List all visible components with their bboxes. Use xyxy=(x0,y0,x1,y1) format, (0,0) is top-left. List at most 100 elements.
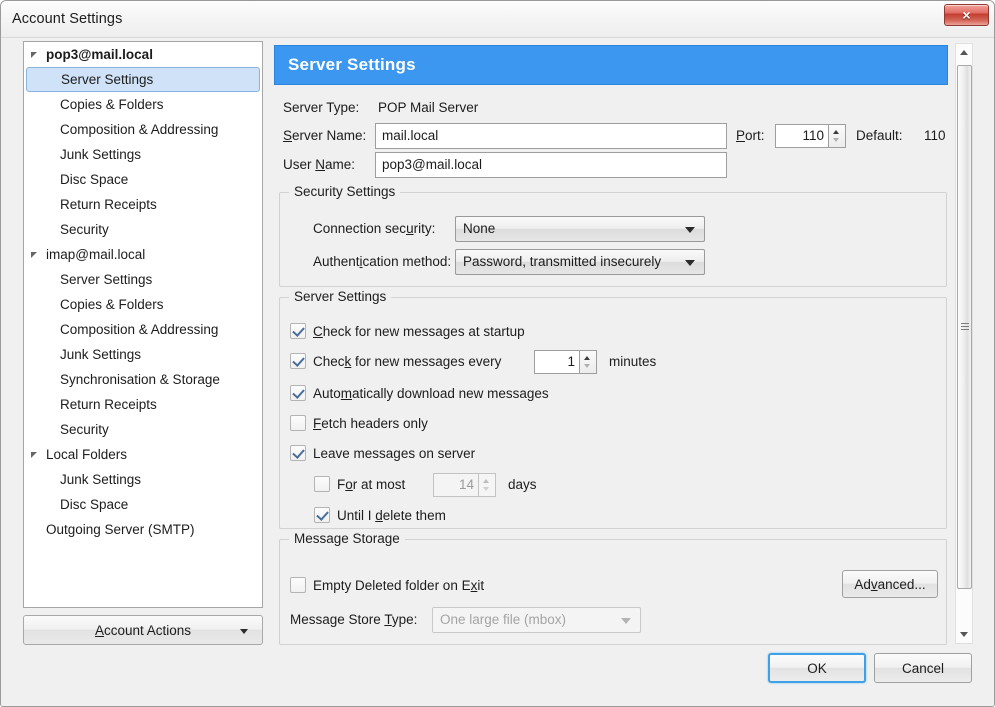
advanced-button-accel: v xyxy=(870,576,878,592)
stepper-up-icon[interactable] xyxy=(584,356,590,360)
server-settings-panel: Server Settings Server Type: POP Mail Se… xyxy=(274,41,949,645)
message-storage-group: Message Storage Empty Deleted folder on … xyxy=(279,531,947,645)
check-every-unit: minutes xyxy=(609,354,657,369)
sidebar-item-local-folders[interactable]: Local Folders xyxy=(24,442,262,467)
sidebar-item-label: Synchronisation & Storage xyxy=(60,372,220,387)
sidebar-item-label: Server Settings xyxy=(61,72,154,87)
store-type-accel: T xyxy=(384,612,392,627)
sidebar-item-server-settings[interactable]: Server Settings xyxy=(26,67,260,92)
sidebar-item-copies-folders[interactable]: Copies & Folders xyxy=(24,292,262,317)
check-every-stepper[interactable] xyxy=(580,350,597,374)
sidebar-item-return-receipts[interactable]: Return Receipts xyxy=(24,392,262,417)
check-every-input[interactable]: 1 xyxy=(534,350,580,374)
sidebar-item-label: Copies & Folders xyxy=(60,297,164,312)
user-name-accel: N xyxy=(315,157,326,172)
stepper-up-icon xyxy=(483,479,489,483)
check-every-label: Check for new messages every xyxy=(313,352,501,371)
sidebar-item-composition-addressing[interactable]: Composition & Addressing xyxy=(24,317,262,342)
store-type-label: Message Store Type: xyxy=(290,612,417,627)
stepper-down-icon[interactable] xyxy=(584,364,590,368)
sidebar-item-junk-settings[interactable]: Junk Settings xyxy=(24,342,262,367)
security-settings-title: Security Settings xyxy=(289,184,401,199)
expander-triangle-icon[interactable] xyxy=(31,52,37,58)
close-button[interactable]: × xyxy=(944,4,989,26)
authentication-method-label-pre: Authent xyxy=(313,254,360,269)
sidebar-item-junk-settings[interactable]: Junk Settings xyxy=(24,467,262,492)
auto-download-accel: m xyxy=(340,386,353,401)
stepper-up-icon[interactable] xyxy=(833,130,839,134)
window-title: Account Settings xyxy=(12,11,123,27)
auto-download-post: atically download new messages xyxy=(352,386,549,401)
account-actions-label: Account Actions xyxy=(24,616,262,644)
leave-on-server-checkbox[interactable] xyxy=(290,445,306,461)
port-label: Port: xyxy=(736,128,765,143)
sidebar-item-copies-folders[interactable]: Copies & Folders xyxy=(24,92,262,117)
sidebar-item-label: Junk Settings xyxy=(60,472,142,487)
stepper-down-icon[interactable] xyxy=(833,138,839,142)
expander-triangle-icon[interactable] xyxy=(31,252,37,258)
stepper-down-icon xyxy=(483,487,489,491)
fetch-headers-accel: F xyxy=(313,416,322,431)
auto-download-checkbox[interactable] xyxy=(290,385,306,401)
sidebar-item-synchronisation-storage[interactable]: Synchronisation & Storage xyxy=(24,367,262,392)
store-type-label-pre: Message Store xyxy=(290,612,385,627)
port-stepper[interactable] xyxy=(829,124,846,148)
empty-deleted-checkbox[interactable] xyxy=(290,577,306,593)
sidebar-item-junk-settings[interactable]: Junk Settings xyxy=(24,142,262,167)
leave-on-server-accel: g xyxy=(393,446,401,461)
account-settings-window: Account Settings × pop3@mail.local Server… xyxy=(0,0,995,707)
account-tree[interactable]: pop3@mail.local Server Settings Copies & F… xyxy=(23,41,263,608)
scroll-up-button[interactable] xyxy=(956,44,972,61)
sidebar-item-disc-space[interactable]: Disc Space xyxy=(24,492,262,517)
check-startup-checkbox[interactable] xyxy=(290,323,306,339)
user-name-label: User Name: xyxy=(283,157,355,172)
store-type-select: One large file (mbox) xyxy=(432,607,641,633)
server-name-input[interactable]: mail.local xyxy=(375,123,727,149)
scrollbar-thumb[interactable] xyxy=(957,65,972,589)
sidebar-item-server-settings[interactable]: Server Settings xyxy=(24,267,262,292)
sidebar-item-security[interactable]: Security xyxy=(24,217,262,242)
advanced-button[interactable]: Ad v anced... xyxy=(842,570,938,598)
page-title: Server Settings xyxy=(288,55,416,74)
connection-security-select[interactable]: None xyxy=(455,216,705,242)
ok-button[interactable]: OK xyxy=(768,653,866,683)
connection-security-value: None xyxy=(463,221,496,236)
sidebar-item-outgoing-server-smtp[interactable]: Outgoing Server (SMTP) xyxy=(24,517,262,542)
check-every-checkbox[interactable] xyxy=(290,353,306,369)
account-actions-button[interactable]: Account Actions xyxy=(23,615,263,645)
until-delete-post: elete them xyxy=(382,508,446,523)
scroll-down-button[interactable] xyxy=(956,626,972,643)
user-name-input[interactable]: pop3@mail.local xyxy=(375,152,727,178)
authentication-method-select[interactable]: Password, transmitted insecurely xyxy=(455,249,705,275)
sidebar-item-disc-space[interactable]: Disc Space xyxy=(24,167,262,192)
sidebar-item-imap-mail-local[interactable]: imap@mail.local xyxy=(24,242,262,267)
security-settings-group: Security Settings Connection security: N… xyxy=(279,184,947,287)
authentication-method-value: Password, transmitted insecurely xyxy=(463,254,662,269)
check-startup-label: Check for new messages at startup xyxy=(313,322,525,341)
port-rest: ort: xyxy=(745,128,765,143)
server-settings-options-group: Server Settings Check for new messages a… xyxy=(279,289,947,529)
port-input[interactable]: 110 xyxy=(775,124,829,148)
until-delete-pre: Until I xyxy=(337,508,376,523)
cancel-button[interactable]: Cancel xyxy=(874,653,972,683)
sidebar-item-label: Disc Space xyxy=(60,172,129,187)
sidebar-item-label: Local Folders xyxy=(46,447,128,462)
auto-download-pre: Auto xyxy=(313,386,341,401)
for-at-most-stepper xyxy=(479,473,496,497)
sidebar-item-label: pop3@mail.local xyxy=(46,47,153,62)
sidebar-item-pop3-mail-local[interactable]: pop3@mail.local xyxy=(24,42,262,67)
expander-triangle-icon[interactable] xyxy=(31,452,37,458)
account-actions-rest: ccount Actions xyxy=(103,622,192,638)
sidebar-item-return-receipts[interactable]: Return Receipts xyxy=(24,192,262,217)
for-at-most-checkbox[interactable] xyxy=(314,476,330,492)
sidebar-item-label: imap@mail.local xyxy=(46,247,146,262)
chevron-down-icon xyxy=(685,227,695,233)
empty-deleted-post: it xyxy=(477,578,485,593)
until-delete-checkbox[interactable] xyxy=(314,507,330,523)
sidebar-item-composition-addressing[interactable]: Composition & Addressing xyxy=(24,117,262,142)
ok-button-label: OK xyxy=(807,660,827,676)
fetch-headers-checkbox[interactable] xyxy=(290,415,306,431)
sidebar-item-security[interactable]: Security xyxy=(24,417,262,442)
title-bar: Account Settings × xyxy=(1,1,994,38)
vertical-scrollbar[interactable] xyxy=(955,43,973,644)
